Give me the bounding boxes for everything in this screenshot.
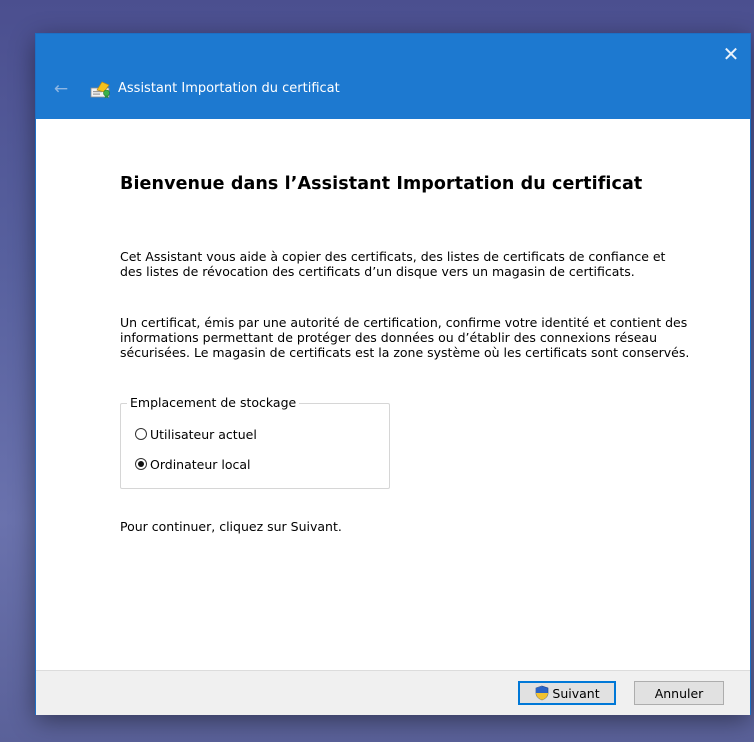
- description-paragraph: Un certificat, émis par une autorité de …: [120, 315, 690, 360]
- radio-label-local-machine[interactable]: Ordinateur local: [150, 457, 251, 472]
- certificate-import-wizard-window: ✕ ← Assistant Importation du certificat …: [36, 34, 750, 715]
- cancel-button[interactable]: Annuler: [634, 681, 724, 705]
- back-button[interactable]: ←: [50, 78, 72, 100]
- close-icon: ✕: [722, 42, 740, 66]
- radio-label-current-user[interactable]: Utilisateur actuel: [150, 427, 257, 442]
- button-bar: Suivant Annuler: [36, 670, 750, 715]
- close-button[interactable]: ✕: [716, 40, 746, 68]
- radio-local-machine[interactable]: Ordinateur local: [135, 455, 251, 473]
- next-button-label: Suivant: [552, 685, 600, 701]
- continue-instruction: Pour continuer, cliquez sur Suivant.: [120, 519, 342, 534]
- radio-button-unchecked[interactable]: [135, 428, 147, 440]
- uac-shield-icon: [536, 685, 549, 701]
- storage-location-group: Emplacement de stockage Utilisateur actu…: [120, 395, 390, 489]
- wizard-content: Bienvenue dans l’Assistant Importation d…: [36, 119, 750, 670]
- cancel-button-label: Annuler: [654, 685, 704, 701]
- radio-current-user[interactable]: Utilisateur actuel: [135, 425, 257, 443]
- radio-button-checked[interactable]: [135, 458, 147, 470]
- title-bar: ✕ ← Assistant Importation du certificat: [36, 34, 750, 119]
- next-button[interactable]: Suivant: [518, 681, 616, 705]
- page-title: Bienvenue dans l’Assistant Importation d…: [120, 174, 643, 194]
- certificate-icon: [90, 81, 110, 99]
- storage-location-legend: Emplacement de stockage: [127, 395, 300, 410]
- intro-paragraph: Cet Assistant vous aide à copier des cer…: [120, 249, 666, 279]
- window-title: Assistant Importation du certificat: [118, 81, 340, 96]
- back-arrow-icon: ←: [53, 79, 69, 99]
